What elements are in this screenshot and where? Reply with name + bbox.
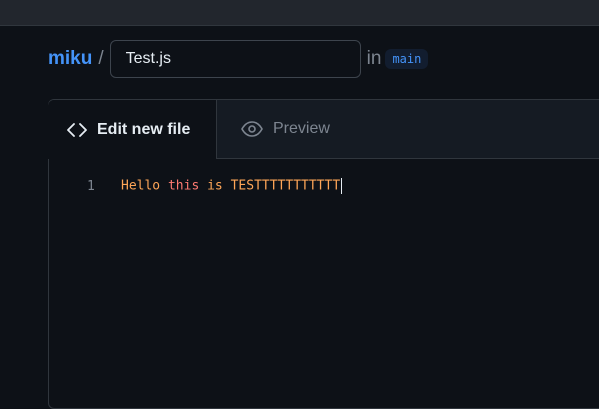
tab-edit-new-file[interactable]: Edit new file [48, 100, 217, 159]
text-caret [341, 178, 343, 194]
eye-icon [241, 121, 263, 137]
code-editor[interactable]: 1 Hello this is TESTTTTTTTTTTT [49, 159, 599, 409]
breadcrumb: miku / in main [48, 40, 429, 78]
repo-link[interactable]: miku [48, 48, 92, 70]
code-token: is TESTTTTTTTTTTT [199, 178, 341, 194]
line-content[interactable]: Hello this is TESTTTTTTTTTTT [121, 178, 343, 194]
editor-tabs: Edit new file Preview [48, 100, 599, 159]
tab-label: Edit new file [97, 120, 191, 138]
code-token-keyword: this [167, 178, 200, 194]
branch-badge[interactable]: main [385, 49, 429, 69]
path-separator: / [98, 48, 104, 69]
top-header-bar [0, 0, 599, 26]
editor-panel: Edit new file Preview 1 Hello this is TE… [48, 99, 599, 409]
filename-input[interactable] [109, 40, 361, 78]
in-label: in [366, 48, 382, 69]
line-number: 1 [87, 178, 95, 194]
tab-preview[interactable]: Preview [241, 100, 330, 158]
tab-label: Preview [273, 120, 330, 137]
code-icon [67, 122, 87, 138]
code-token: Hello [121, 178, 168, 194]
